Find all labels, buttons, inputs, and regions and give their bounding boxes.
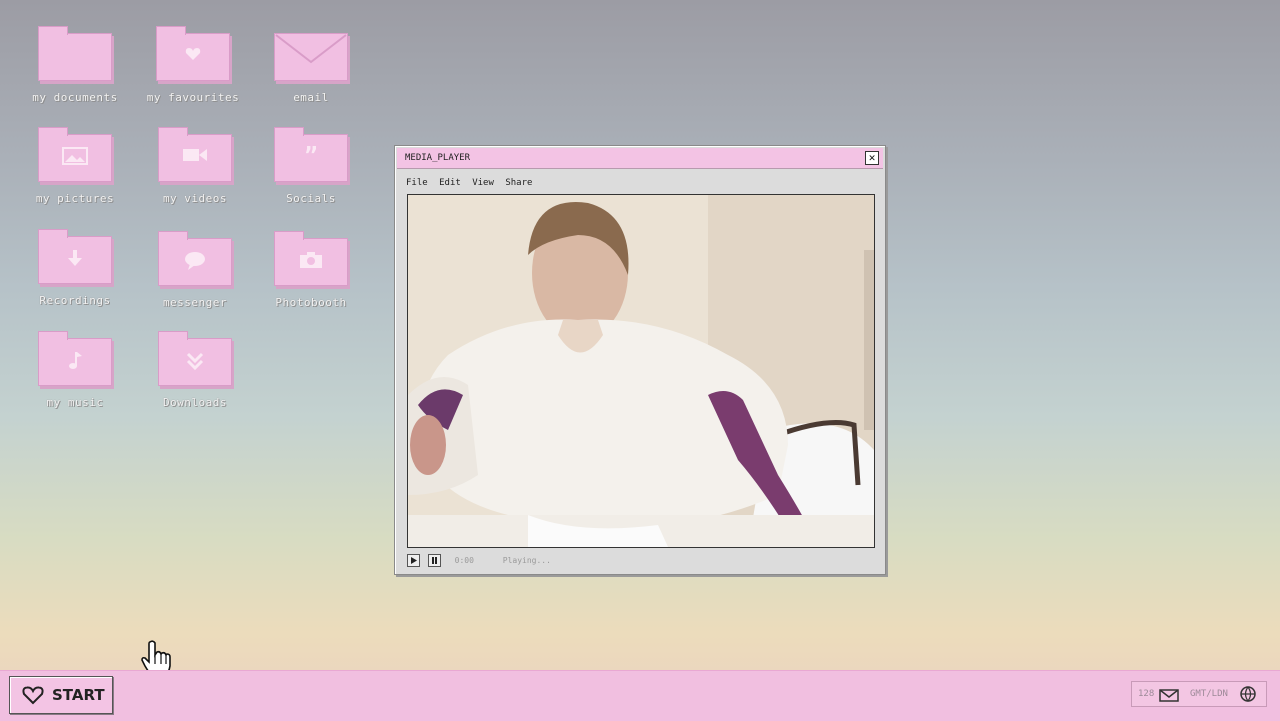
- desktop-icon-my-pictures[interactable]: my pictures: [20, 127, 130, 205]
- play-button[interactable]: [407, 554, 420, 567]
- desktop-icon-my-documents[interactable]: my documents: [20, 26, 130, 104]
- folder-icon: [158, 231, 232, 286]
- globe-icon[interactable]: [1240, 686, 1256, 712]
- folder-icon: [156, 26, 230, 81]
- desktop-icon-label: my music: [46, 396, 104, 409]
- camera-icon: [275, 251, 347, 274]
- double-chevron-down-icon: [159, 351, 231, 376]
- desktop-icon-my-videos[interactable]: my videos: [140, 127, 250, 205]
- system-tray: 128 GMT/LDN: [1131, 681, 1267, 707]
- start-button[interactable]: START: [9, 676, 113, 714]
- speech-bubble-icon: [159, 251, 231, 276]
- pause-icon: [431, 557, 437, 564]
- download-arrow-icon: [39, 249, 111, 272]
- desktop-icon-label: email: [293, 91, 329, 104]
- desktop-icon-messenger[interactable]: messenger: [140, 231, 250, 309]
- folder-icon: ”: [274, 127, 348, 182]
- desktop-icon-my-music[interactable]: my music: [20, 331, 130, 409]
- media-player-titlebar[interactable]: MEDIA_PLAYER ✕: [397, 148, 883, 169]
- picture-icon: [39, 147, 111, 170]
- close-button[interactable]: ✕: [865, 151, 879, 165]
- timezone-label: GMT/LDN: [1190, 689, 1228, 699]
- folder-icon: [38, 127, 112, 182]
- desktop-icon-socials[interactable]: ” Socials: [256, 127, 366, 205]
- menu-bar: File Edit View Share: [406, 178, 538, 188]
- desktop-icon-email[interactable]: email: [256, 33, 366, 104]
- start-label: START: [52, 686, 105, 704]
- desktop-icon-label: messenger: [162, 296, 228, 309]
- desktop-icon-label: my favourites: [146, 91, 240, 104]
- desktop-icon-photobooth[interactable]: Photobooth: [256, 231, 366, 309]
- music-note-icon: [39, 351, 111, 376]
- envelope-icon: [274, 33, 348, 81]
- desktop-icon-my-favourites[interactable]: my favourites: [138, 26, 248, 104]
- folder-icon: [274, 231, 348, 286]
- desktop-icon-label: my documents: [32, 91, 118, 104]
- window-title: MEDIA_PLAYER: [405, 153, 471, 163]
- playback-controls: 0:00 Playing...: [407, 554, 551, 568]
- folder-icon: [38, 331, 112, 386]
- pause-button[interactable]: [427, 554, 441, 567]
- heart-icon: [22, 686, 44, 709]
- menu-edit[interactable]: Edit: [439, 178, 461, 188]
- desktop-icon-recordings[interactable]: Recordings: [20, 229, 130, 307]
- desktop-icon-label: Photobooth: [275, 296, 347, 309]
- menu-view[interactable]: View: [472, 178, 494, 188]
- menu-file[interactable]: File: [406, 178, 428, 188]
- desktop-icon-downloads[interactable]: Downloads: [140, 331, 250, 409]
- folder-icon: [158, 127, 232, 182]
- folder-icon: [38, 229, 112, 284]
- menu-share[interactable]: Share: [505, 178, 532, 188]
- taskbar: START 128 GMT/LDN: [0, 670, 1280, 721]
- play-icon: [411, 557, 417, 564]
- playback-status: Playing...: [502, 556, 551, 565]
- video-camera-icon: [159, 147, 231, 168]
- desktop-icon-label: Downloads: [162, 396, 228, 409]
- media-player-window[interactable]: MEDIA_PLAYER ✕ File Edit View Share 0:00…: [394, 145, 886, 575]
- close-icon: ✕: [868, 151, 876, 164]
- playback-time: 0:00: [454, 556, 474, 565]
- desktop-icon-label: my videos: [162, 192, 228, 205]
- folder-icon: [158, 331, 232, 386]
- folder-icon: [38, 26, 112, 81]
- desktop-icon-label: my pictures: [35, 192, 115, 205]
- video-content-image: [408, 195, 874, 547]
- mail-icon[interactable]: [1159, 688, 1179, 712]
- quote-icon: ”: [304, 144, 318, 169]
- mail-count: 128: [1138, 689, 1155, 699]
- desktop-icon-label: Recordings: [39, 294, 111, 307]
- heart-icon: [157, 46, 229, 66]
- desktop-icon-label: Socials: [286, 192, 336, 205]
- video-frame[interactable]: [407, 194, 875, 548]
